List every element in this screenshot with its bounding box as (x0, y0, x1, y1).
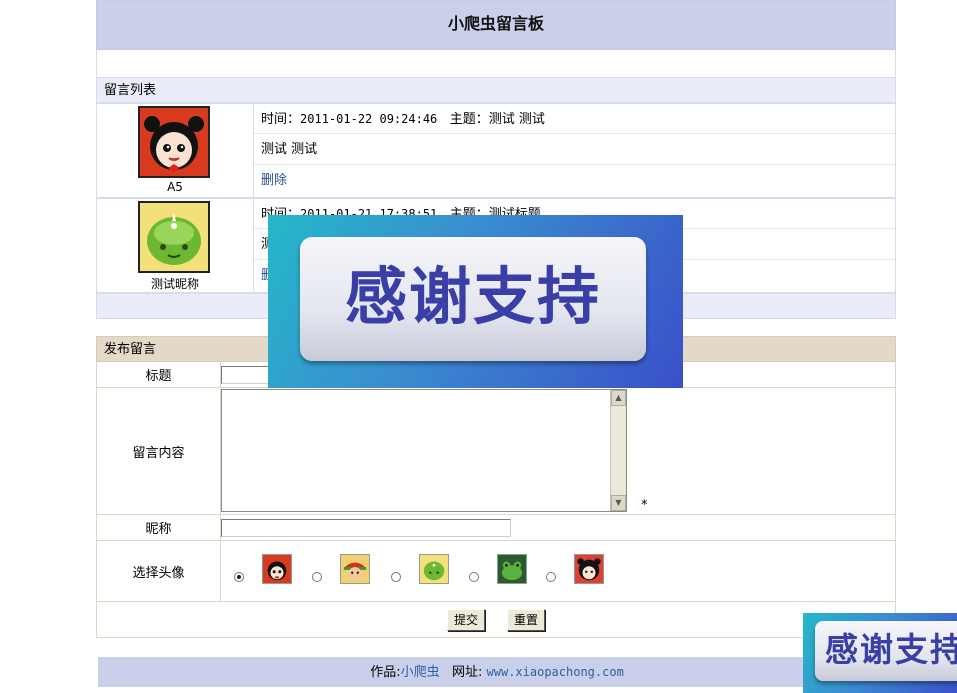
green-alien-icon (138, 201, 210, 273)
message-actions: 删除 (254, 166, 895, 196)
pucca-girl-icon[interactable] (574, 554, 604, 584)
subject-label: 主题： (449, 112, 489, 127)
message-list-header: 留言列表 (96, 77, 896, 103)
avatar-radio-3[interactable] (391, 572, 401, 582)
green-alien-icon[interactable] (419, 554, 449, 584)
textarea-scrollbar[interactable]: ▲ ▼ (610, 390, 626, 511)
page-title: 小爬虫留言板 (96, 0, 896, 50)
time-label: 时间： (261, 112, 301, 127)
avatar-row: 选择头像 (96, 541, 896, 602)
title-label: 标题 (97, 362, 221, 387)
nickname-row: 昵称 (96, 515, 896, 541)
pucca-red-icon[interactable] (262, 554, 292, 584)
site-label: 网址: (452, 665, 483, 680)
thanks-banner-large[interactable]: 感谢支持 (268, 215, 683, 388)
nickname-label: 昵称 (97, 515, 221, 540)
pucca-red-icon (138, 106, 210, 178)
message-avatar-cell: A5 (97, 104, 254, 197)
avatar-label: 选择头像 (97, 541, 221, 601)
author-label: 作品: (370, 665, 401, 680)
message-nickname: 测试昵称 (150, 277, 199, 291)
message-meta: 时间：2011-01-22 09:24:46 主题：测试 测试 (254, 104, 895, 134)
message-nickname: A5 (167, 180, 183, 194)
avatar-radio-1[interactable] (234, 572, 244, 582)
submit-button[interactable]: 提交 (447, 609, 485, 631)
message-avatar-cell: 测试昵称 (97, 199, 254, 292)
green-hat-boy-icon[interactable] (340, 554, 370, 584)
page-footer: 作品:小爬虫 网址: www.xiaopachong.com (98, 657, 896, 687)
message-item: A5 时间：2011-01-22 09:24:46 主题：测试 测试 测试 测试… (96, 103, 896, 198)
button-row: 提交 重置 (96, 602, 896, 638)
message-time: 2011-01-22 09:24:46 (300, 112, 438, 126)
spacer (96, 50, 896, 77)
avatar-radio-2[interactable] (312, 572, 322, 582)
reset-button[interactable]: 重置 (507, 609, 545, 631)
content-label: 留言内容 (97, 388, 221, 514)
thanks-banner-small-text: 感谢支持 (815, 621, 957, 681)
message-content: 测试 测试 (254, 135, 895, 165)
avatar-radio-4[interactable] (469, 572, 479, 582)
thanks-banner-text: 感谢支持 (300, 237, 646, 361)
nickname-input[interactable] (221, 519, 511, 537)
author-link[interactable]: 小爬虫 (401, 665, 440, 680)
scroll-up-icon[interactable]: ▲ (611, 390, 626, 406)
avatar-radio-5[interactable] (546, 572, 556, 582)
green-frog-icon[interactable] (497, 554, 527, 584)
message-subject: 测试 测试 (488, 112, 545, 127)
scroll-down-icon[interactable]: ▼ (611, 495, 626, 511)
thanks-banner-small[interactable]: 感谢支持 (803, 613, 957, 693)
delete-link[interactable]: 删除 (261, 173, 287, 188)
site-link[interactable]: www.xiaopachong.com (487, 665, 624, 679)
content-textarea[interactable]: ▲ ▼ (221, 389, 627, 512)
content-row: 留言内容 ▲ ▼ * (96, 388, 896, 515)
required-mark: * (641, 498, 648, 513)
